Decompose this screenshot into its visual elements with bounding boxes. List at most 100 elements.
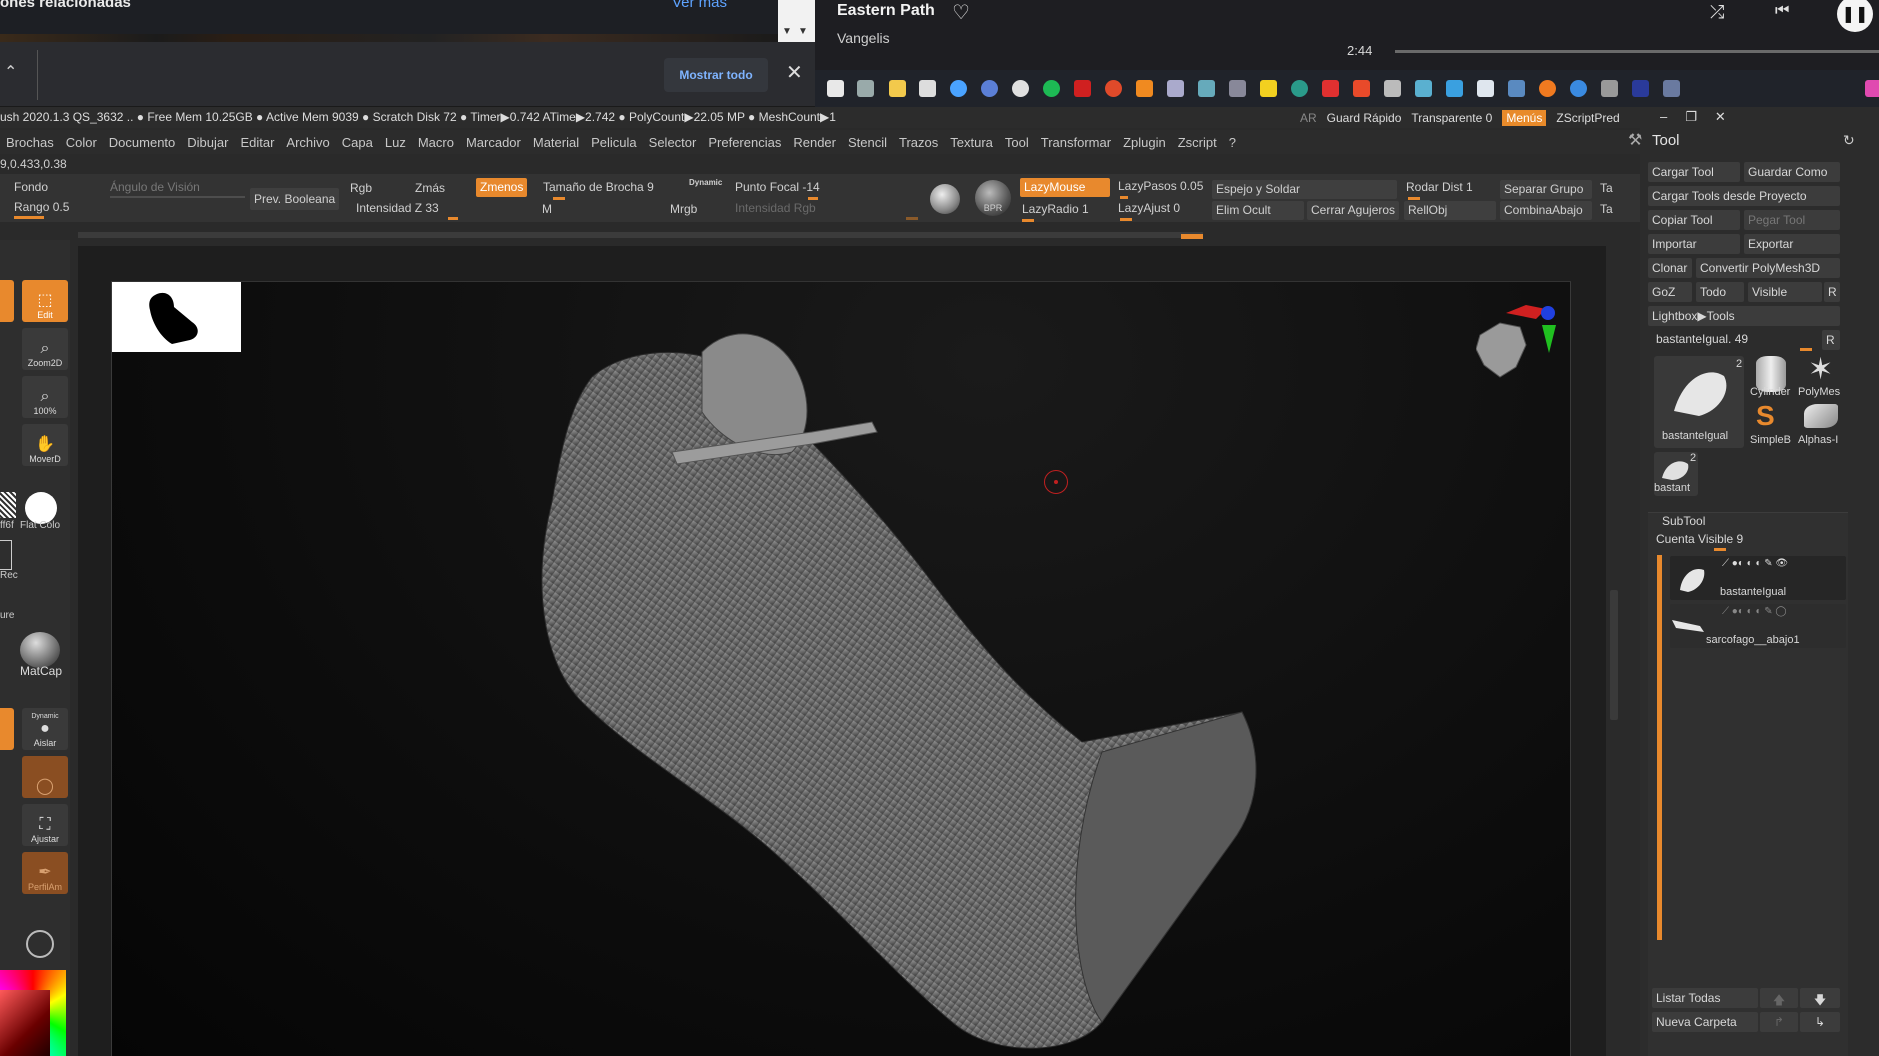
edge-icon[interactable] xyxy=(950,80,967,97)
chevron-up-icon[interactable]: ⌃ xyxy=(4,62,17,82)
shelf-scroll-track[interactable] xyxy=(78,232,1203,238)
pause-button[interactable]: ❚❚ xyxy=(1837,0,1873,32)
guard-rapido-button[interactable]: Guard Rápido xyxy=(1327,111,1402,125)
angulo-vision-slider[interactable]: Ángulo de Visión xyxy=(110,180,200,194)
steam-icon[interactable] xyxy=(1508,80,1525,97)
elim-ocult-button[interactable]: Elim Ocult xyxy=(1212,201,1304,220)
edit-button[interactable]: ⬚ Edit xyxy=(22,280,68,322)
aislar-button[interactable]: Dynamic ● Aislar xyxy=(22,708,68,750)
mostrar-todo-button[interactable]: Mostrar todo xyxy=(664,58,768,92)
cerrar-agujeros-button[interactable]: Cerrar Agujeros xyxy=(1307,201,1399,220)
menu-tool[interactable]: Tool xyxy=(999,135,1035,150)
perfil-button[interactable]: ✒ PerfilAm xyxy=(22,852,68,894)
windows-start-icon[interactable] xyxy=(827,80,844,97)
polymesh-star-icon[interactable]: ✶ xyxy=(1808,352,1833,387)
intensidad-rgb-slider[interactable]: Intensidad Rgb xyxy=(735,201,816,215)
menu-macro[interactable]: Macro xyxy=(412,135,460,150)
punto-focal-slider[interactable]: Punto Focal -14 xyxy=(735,180,820,194)
dynamic-toggle[interactable]: Dynamic xyxy=(689,178,722,187)
solo-dynamic-icon[interactable] xyxy=(26,930,54,958)
rodar-dist-slider[interactable]: Rodar Dist 1 xyxy=(1406,180,1473,194)
photoshop-icon[interactable] xyxy=(1632,80,1649,97)
app-icon[interactable] xyxy=(1570,80,1587,97)
spotify-icon[interactable] xyxy=(1043,80,1060,97)
cuenta-visible-slider[interactable]: Cuenta Visible 9 xyxy=(1656,532,1743,546)
redo-arrow-icon[interactable]: ↱ xyxy=(1760,1012,1798,1032)
cargar-tool-button[interactable]: Cargar Tool xyxy=(1648,162,1740,182)
alphas-thumb-icon[interactable] xyxy=(1804,404,1838,428)
arrow-down-icon[interactable]: 🡇 xyxy=(1800,988,1840,1008)
menu-editar[interactable]: Editar xyxy=(234,135,280,150)
orientation-gizmo[interactable] xyxy=(1475,305,1556,395)
zscriptpred-button[interactable]: ZScriptPred xyxy=(1556,111,1619,125)
menu-render[interactable]: Render xyxy=(787,135,842,150)
firefox-icon[interactable] xyxy=(1539,80,1556,97)
simplebrush-icon[interactable]: S xyxy=(1756,400,1775,432)
navigator-thumbnail[interactable] xyxy=(112,282,241,352)
cargar-proyecto-button[interactable]: Cargar Tools desde Proyecto xyxy=(1648,186,1840,206)
fondo-label[interactable]: Fondo xyxy=(14,180,48,194)
matcap-sphere[interactable] xyxy=(20,632,60,668)
texture-swatch[interactable] xyxy=(0,492,16,518)
scrollbar[interactable]: ▼ ▼ xyxy=(778,0,815,42)
separar-grupo-button[interactable]: Separar Grupo xyxy=(1500,180,1592,199)
lazyajust-slider[interactable]: LazyAjust 0 xyxy=(1118,201,1180,215)
subtool-title[interactable]: SubTool xyxy=(1662,514,1705,528)
prev-booleana-button[interactable]: Prev. Booleana xyxy=(250,188,340,210)
chevron-down-icon[interactable]: ▼ xyxy=(782,26,792,37)
document-viewport[interactable] xyxy=(111,281,1571,1056)
chevron-down-icon[interactable]: ▼ xyxy=(798,26,808,37)
viewport-scroll-handle[interactable] xyxy=(1610,590,1618,720)
lightbox-tools-button[interactable]: Lightbox▶Tools xyxy=(1648,306,1840,326)
ver-mas-link[interactable]: Ver más xyxy=(672,0,727,11)
orange-circle-button[interactable]: ◯ xyxy=(22,756,68,798)
app-icon[interactable] xyxy=(1384,80,1401,97)
combina-abajo-button[interactable]: CombinaAbajo xyxy=(1500,201,1592,220)
intensidad-z-slider[interactable]: Intensidad Z 33 xyxy=(356,201,439,215)
menu-textura[interactable]: Textura xyxy=(944,135,999,150)
app-icon[interactable] xyxy=(1601,80,1618,97)
sticky-notes-icon[interactable] xyxy=(1260,80,1277,97)
current-tool-slider[interactable]: bastanteIgual. 49 xyxy=(1656,332,1748,346)
convertir-polymesh-button[interactable]: Convertir PolyMesh3D xyxy=(1696,258,1840,278)
subtool-row[interactable]: sarcofago__abajo1 ⟋ ●◐ ◐ ◐ ✎ ◯ xyxy=(1670,604,1846,648)
clonar-button[interactable]: Clonar xyxy=(1648,258,1692,278)
r-button[interactable]: R xyxy=(1822,330,1840,350)
rango-slider[interactable]: Rango 0.5 xyxy=(14,200,69,214)
zoom-100-button[interactable]: ⌕ 100% xyxy=(22,376,68,418)
todo-button[interactable]: Todo xyxy=(1696,282,1744,302)
tamano-brocha-slider[interactable]: Tamaño de Brocha 9 xyxy=(543,180,654,194)
sarcophagus-model[interactable] xyxy=(112,282,1572,1056)
zmas-button[interactable]: Zmás xyxy=(415,181,445,195)
heart-icon[interactable]: ♡ xyxy=(952,0,970,25)
menu-luz[interactable]: Luz xyxy=(379,135,412,150)
app-icon[interactable] xyxy=(1415,80,1432,97)
zoom2d-button[interactable]: ⌕ Zoom2D xyxy=(22,328,68,370)
tool-thumb-main[interactable]: 2 bastanteIgual xyxy=(1654,356,1744,448)
menu-selector[interactable]: Selector xyxy=(643,135,703,150)
m-button[interactable]: M xyxy=(542,202,552,216)
app-icon[interactable] xyxy=(1167,80,1184,97)
minimize-icon[interactable]: – xyxy=(1660,109,1667,125)
lazypasos-slider[interactable]: LazyPasos 0.05 xyxy=(1118,179,1203,193)
menu-material[interactable]: Material xyxy=(527,135,585,150)
mrgb-button[interactable]: Mrgb xyxy=(670,202,697,216)
store-icon[interactable] xyxy=(919,80,936,97)
subtool-toggle-icons[interactable]: ⟋ ●◐ ◐ ◐ ✎ 👁 xyxy=(1722,558,1788,569)
shuffle-icon[interactable]: ⤮ xyxy=(1710,2,1724,23)
menu-documento[interactable]: Documento xyxy=(103,135,181,150)
subtool-row[interactable]: bastanteIgual ⟋ ●◐ ◐ ◐ ✎ 👁 xyxy=(1670,556,1846,600)
rellobj-button[interactable]: RellObj xyxy=(1404,201,1496,220)
exportar-button[interactable]: Exportar xyxy=(1744,234,1840,254)
solo-button[interactable] xyxy=(0,708,14,750)
importar-button[interactable]: Importar xyxy=(1648,234,1740,254)
menus-button[interactable]: Menús xyxy=(1502,110,1547,126)
rect-icon[interactable] xyxy=(0,540,12,570)
menu-pelicula[interactable]: Pelicula xyxy=(585,135,643,150)
ta-button[interactable]: Ta xyxy=(1600,181,1613,195)
app-icon[interactable] xyxy=(1446,80,1463,97)
menu-zscript[interactable]: Zscript xyxy=(1172,135,1223,150)
visible-button[interactable]: Visible xyxy=(1748,282,1822,302)
close-icon[interactable]: ✕ xyxy=(1715,109,1726,125)
file-explorer-icon[interactable] xyxy=(889,80,906,97)
